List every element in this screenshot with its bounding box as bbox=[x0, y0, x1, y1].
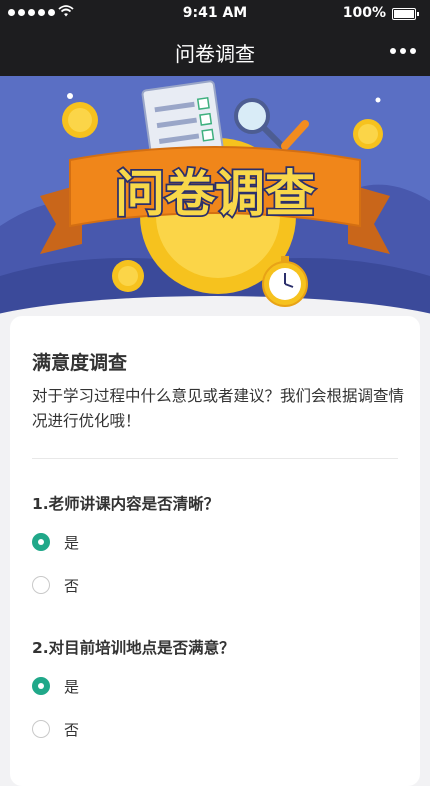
navigation-bar: 问卷调查 bbox=[0, 26, 430, 76]
question-2-option-yes[interactable]: 是 bbox=[32, 674, 79, 698]
radio-checked-icon[interactable] bbox=[32, 677, 50, 695]
radio-unchecked-icon[interactable] bbox=[32, 720, 50, 738]
more-options-icon[interactable] bbox=[390, 48, 416, 54]
option-label: 否 bbox=[64, 576, 80, 595]
survey-banner: 问卷调查 bbox=[0, 76, 430, 316]
question-2-option-no[interactable]: 否 bbox=[32, 717, 79, 741]
survey-card: 满意度调查 对于学习过程中什么意见或者建议？我们会根据调查情况进行优化哦！ 1.… bbox=[10, 316, 420, 786]
battery-icon bbox=[392, 8, 419, 20]
survey-description: 对于学习过程中什么意见或者建议？我们会根据调查情况进行优化哦！ bbox=[32, 387, 405, 430]
option-label: 是 bbox=[64, 533, 80, 552]
radio-unchecked-icon[interactable] bbox=[32, 576, 50, 594]
banner-title: 问卷调查 bbox=[115, 165, 315, 223]
battery-percentage: 100% bbox=[342, 5, 386, 21]
question-1-option-no[interactable]: 否 bbox=[32, 573, 79, 597]
question-1-option-yes[interactable]: 是 bbox=[32, 530, 79, 554]
status-bar: 9:41 AM 100% bbox=[0, 0, 430, 26]
option-label: 否 bbox=[64, 720, 80, 739]
survey-title: 满意度调查 bbox=[32, 352, 128, 374]
question-2: 2.对目前培训地点是否满意？ bbox=[32, 639, 235, 657]
option-label: 是 bbox=[64, 677, 80, 696]
question-1: 1.老师讲课内容是否清晰？ bbox=[32, 495, 220, 513]
radio-checked-icon[interactable] bbox=[32, 533, 50, 551]
page-title: 问卷调查 bbox=[175, 42, 255, 66]
divider bbox=[32, 458, 398, 459]
